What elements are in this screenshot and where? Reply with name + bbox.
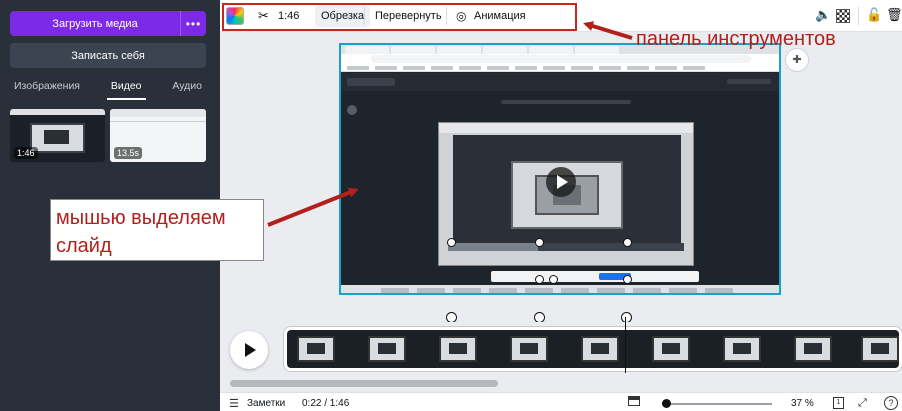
inner-avatar bbox=[347, 105, 357, 115]
zoom-slider[interactable] bbox=[662, 403, 772, 405]
more-options-icon[interactable]: ••• bbox=[180, 11, 206, 36]
browser-tab bbox=[345, 46, 389, 54]
browser-tab bbox=[529, 46, 573, 54]
timeline-playhead[interactable] bbox=[625, 317, 626, 373]
thumbnail-browser-bar bbox=[10, 109, 105, 115]
bookmark bbox=[515, 66, 537, 70]
grid-view-icon[interactable] bbox=[628, 396, 640, 406]
nested-browser-bar bbox=[439, 123, 693, 133]
volume-icon[interactable]: 🔈 bbox=[815, 7, 831, 23]
inner-editor-header bbox=[341, 73, 779, 91]
bookmark bbox=[599, 66, 621, 70]
selection-handle[interactable] bbox=[549, 275, 558, 284]
browser-notice-bar bbox=[491, 271, 699, 282]
browser-tab bbox=[391, 46, 435, 54]
bookmark bbox=[543, 66, 565, 70]
toolbar-highlight-frame bbox=[222, 3, 577, 31]
notes-button[interactable]: Заметки bbox=[247, 398, 285, 409]
taskbar-item bbox=[417, 288, 445, 293]
selection-handle[interactable] bbox=[535, 275, 544, 284]
bookmark bbox=[403, 66, 425, 70]
transparency-icon[interactable] bbox=[836, 9, 850, 23]
play-button[interactable] bbox=[230, 331, 268, 369]
selection-handle[interactable] bbox=[535, 238, 544, 247]
bookmark bbox=[683, 66, 705, 70]
trash-icon[interactable]: 🗑 bbox=[886, 7, 902, 23]
filmstrip-frame bbox=[368, 336, 406, 362]
annotation-slide: мышью выделяем слайд bbox=[56, 204, 226, 260]
taskbar-item bbox=[489, 288, 517, 293]
upload-media-label[interactable]: Загрузить медиа bbox=[10, 11, 180, 36]
annotation-line: слайд bbox=[56, 235, 112, 257]
notes-icon[interactable]: ☰ bbox=[229, 397, 239, 410]
thumbnail-browser-bar bbox=[110, 109, 206, 117]
video-duration-badge: 13.5s bbox=[114, 147, 143, 159]
video-play-icon[interactable] bbox=[546, 167, 576, 197]
video-thumbnail[interactable]: 13.5s bbox=[110, 109, 206, 162]
pages-icon[interactable]: 1 bbox=[833, 397, 844, 409]
record-yourself-button[interactable]: Записать себя bbox=[10, 43, 206, 68]
fullscreen-icon[interactable]: ⤢ bbox=[858, 397, 867, 410]
video-duration-badge: 1:46 bbox=[14, 147, 38, 159]
filmstrip-frame bbox=[297, 336, 335, 362]
selection-handle[interactable] bbox=[623, 275, 632, 284]
bookmark bbox=[571, 66, 593, 70]
playback-time: 0:22 / 1:46 bbox=[302, 398, 350, 409]
taskbar-item bbox=[597, 288, 625, 293]
help-icon[interactable]: ? bbox=[884, 396, 898, 410]
filmstrip-frame bbox=[723, 336, 761, 362]
bookmark bbox=[431, 66, 453, 70]
tab-images[interactable]: Изображения bbox=[10, 78, 84, 100]
upload-media-button[interactable]: Загрузить медиа ••• bbox=[10, 11, 206, 36]
filmstrip-frame bbox=[439, 336, 477, 362]
taskbar-item bbox=[561, 288, 589, 293]
selection-handle[interactable] bbox=[623, 238, 632, 247]
browser-address-bar bbox=[371, 55, 751, 63]
nested-progress-fill bbox=[448, 243, 538, 251]
video-thumbnail[interactable]: 1:46 bbox=[10, 109, 105, 162]
zoom-slider-handle[interactable] bbox=[662, 399, 671, 408]
comment-icon[interactable]: ✚ bbox=[785, 48, 809, 72]
filmstrip-frame bbox=[652, 336, 690, 362]
taskbar-item bbox=[669, 288, 697, 293]
bookmark bbox=[487, 66, 509, 70]
browser-bookmarks-bar bbox=[341, 64, 779, 72]
tab-audio[interactable]: Аудио bbox=[168, 78, 206, 100]
thumbnail-screen bbox=[30, 123, 85, 153]
taskbar-item bbox=[525, 288, 553, 293]
tab-video[interactable]: Видео bbox=[106, 78, 146, 100]
thumbnail-line bbox=[110, 121, 206, 122]
toolbar-divider bbox=[858, 7, 859, 25]
inner-share-button bbox=[727, 79, 771, 84]
taskbar-item bbox=[705, 288, 733, 293]
video-slide[interactable] bbox=[339, 43, 781, 295]
inner-hint-text bbox=[501, 100, 631, 104]
browser-tab bbox=[437, 46, 481, 54]
browser-tab bbox=[483, 46, 527, 54]
annotation-line: мышью выделяем bbox=[56, 207, 226, 229]
browser-tab bbox=[575, 46, 619, 54]
lock-icon[interactable]: 🔓 bbox=[866, 7, 882, 23]
filmstrip-frame bbox=[861, 336, 899, 362]
taskbar-item bbox=[381, 288, 409, 293]
timeline-scrollbar[interactable] bbox=[230, 380, 498, 387]
bookmark bbox=[655, 66, 677, 70]
filmstrip-frame bbox=[794, 336, 832, 362]
browser-address-row bbox=[341, 54, 779, 64]
taskbar-item bbox=[453, 288, 481, 293]
selection-handle[interactable] bbox=[447, 238, 456, 247]
bookmark bbox=[375, 66, 397, 70]
timeline-filmstrip[interactable] bbox=[284, 327, 902, 371]
media-tabs: Изображения Видео Аудио bbox=[10, 78, 206, 100]
zoom-level[interactable]: 37 % bbox=[791, 398, 814, 409]
bookmark bbox=[627, 66, 649, 70]
bookmark bbox=[347, 66, 369, 70]
inner-back-button bbox=[347, 78, 395, 86]
bookmark bbox=[459, 66, 481, 70]
editor-window: Загрузить медиа ••• Записать себя Изобра… bbox=[0, 0, 902, 411]
annotation-toolbar: панель инструментов bbox=[636, 28, 836, 50]
filmstrip-frame bbox=[510, 336, 548, 362]
taskbar-item bbox=[633, 288, 661, 293]
filmstrip-frame bbox=[581, 336, 619, 362]
